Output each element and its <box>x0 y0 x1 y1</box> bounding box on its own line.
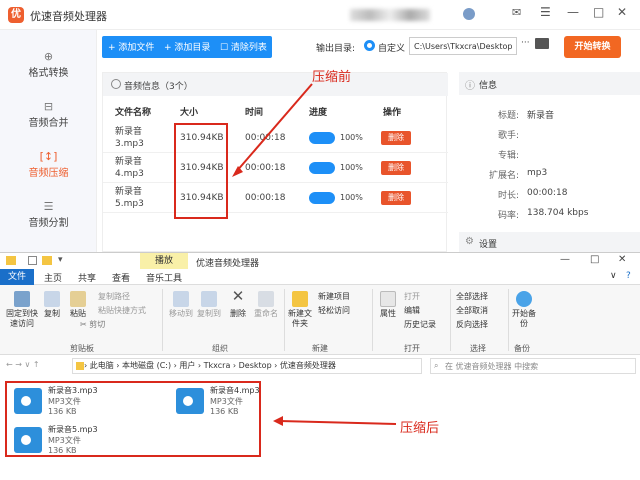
annotation-arrow-after <box>273 416 397 426</box>
info-value-duration: 00:00:18 <box>527 188 568 198</box>
settings-title: 设置 <box>479 240 498 250</box>
info-panel: ⓘ 信息 标题: 新录音 歌手: 专辑: 扩展名: mp3 时长: 00:00:… <box>459 72 640 252</box>
info-value-title: 新录音 <box>527 111 555 121</box>
info-key-title: 标题: <box>497 111 519 121</box>
info-key-artist: 歌手: <box>497 131 519 141</box>
settings-header[interactable]: ⚙ 设置 <box>459 232 640 252</box>
info-key-album: 专辑: <box>497 151 519 161</box>
info-header: ⓘ 信息 <box>459 72 640 95</box>
info-key-bitrate: 码率: <box>497 211 519 221</box>
info-value-bitrate: 138.704 kbps <box>527 208 589 218</box>
info-icon: ⓘ <box>465 81 475 92</box>
settings-gear-icon: ⚙ <box>465 236 474 247</box>
info-key-ext: 扩展名: <box>488 171 519 181</box>
audio-app-window: 优 优速音频处理器 ✉ ☰ — □ ✕ ⊕ 格式转换 ⊟ 音频合并 [↕] 音频… <box>0 0 640 252</box>
info-value-ext: mp3 <box>527 168 548 178</box>
file-explorer-window: ▾ 播放 优速音频处理器 — □ ✕ 文件 主页 共享 查看 音乐工具 ∨ ? … <box>0 252 640 479</box>
info-key-duration: 时长: <box>497 191 519 201</box>
info-title: 信息 <box>479 81 498 91</box>
